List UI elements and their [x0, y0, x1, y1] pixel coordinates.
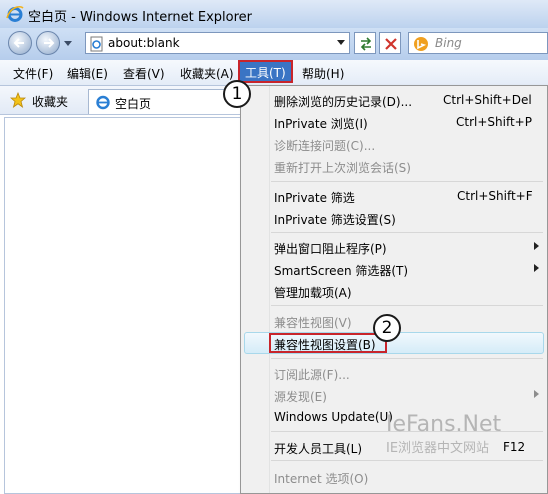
menu-tools[interactable]: 工具(T) [238, 60, 293, 83]
window-title: 空白页 - Windows Internet Explorer [28, 10, 252, 25]
menu-item-diagnose-connection[interactable]: 诊断连接问题(C)... [241, 133, 547, 155]
address-bar[interactable]: about:blank [85, 32, 350, 54]
menu-item-label: 删除浏览的历史记录(D)... [274, 95, 413, 109]
page-icon [90, 36, 103, 52]
menu-item-reopen-session[interactable]: 重新打开上次浏览会话(S) [241, 155, 547, 177]
history-dropdown-icon[interactable] [64, 41, 72, 46]
menu-separator [271, 232, 543, 233]
tab-label: 空白页 [115, 97, 152, 111]
menu-bar: 文件(F) 编辑(E) 查看(V) 收藏夹(A) 工具(T) 帮助(H) [0, 60, 548, 86]
menu-item-feed-discovery[interactable]: 源发现(E) [241, 384, 547, 406]
refresh-icon [360, 37, 372, 51]
menu-item-shortcut: Ctrl+Shift+P [456, 115, 532, 129]
menu-edit[interactable]: 编辑(E) [67, 65, 108, 82]
submenu-arrow-icon [534, 264, 539, 272]
step-2-callout: 2 [373, 314, 401, 342]
step-1-callout: 1 [223, 80, 251, 108]
menu-item-inprivate-browsing[interactable]: InPrivate 浏览(I) Ctrl+Shift+P [241, 111, 547, 133]
menu-item-popup-blocker[interactable]: 弹出窗口阻止程序(P) [241, 236, 547, 258]
navigation-bar: about:blank Bing [0, 28, 548, 60]
menu-item-label: 兼容性视图(V) [274, 316, 352, 330]
watermark-site: IeFans.Net [386, 412, 502, 437]
menu-item-label: 重新打开上次浏览会话(S) [274, 161, 411, 175]
back-arrow-icon [13, 38, 24, 48]
menu-item-label: Windows Update(U) [274, 410, 393, 424]
menu-item-label: 兼容性视图设置(B) [274, 338, 376, 352]
menu-item-internet-options[interactable]: Internet 选项(O) [241, 466, 547, 488]
ie-logo-icon [6, 5, 24, 22]
menu-favorites[interactable]: 收藏夹(A) [180, 65, 234, 82]
menu-separator [271, 305, 543, 306]
menu-item-label: 源发现(E) [274, 390, 327, 404]
search-input[interactable]: Bing [435, 36, 462, 50]
forward-arrow-icon [44, 38, 55, 48]
watermark-caption: IE浏览器中文网站 [386, 441, 490, 456]
menu-separator [271, 181, 543, 182]
submenu-arrow-icon [534, 242, 539, 250]
menu-item-inprivate-filtering[interactable]: InPrivate 筛选 Ctrl+Shift+F [241, 185, 547, 207]
address-input[interactable]: about:blank [108, 36, 180, 50]
title-bar: 空白页 - Windows Internet Explorer [0, 0, 548, 28]
menu-item-smartscreen-filter[interactable]: SmartScreen 筛选器(T) [241, 258, 547, 280]
forward-button[interactable] [36, 31, 60, 55]
menu-item-label: 诊断连接问题(C)... [274, 139, 376, 153]
menu-item-subscribe-feed[interactable]: 订阅此源(F)... [241, 362, 547, 384]
refresh-button[interactable] [354, 32, 376, 54]
menu-item-label: SmartScreen 筛选器(T) [274, 264, 409, 278]
menu-item-manage-addons[interactable]: 管理加载项(A) [241, 280, 547, 302]
menu-file[interactable]: 文件(F) [13, 65, 53, 82]
star-icon [10, 92, 26, 108]
search-box[interactable]: Bing [408, 32, 548, 54]
close-icon [385, 38, 397, 50]
menu-item-label: InPrivate 筛选设置(S) [274, 213, 396, 227]
menu-item-inprivate-filtering-settings[interactable]: InPrivate 筛选设置(S) [241, 207, 547, 229]
menu-item-label: Internet 选项(O) [274, 472, 369, 486]
menu-item-shortcut: Ctrl+Shift+Del [443, 93, 532, 107]
menu-separator [271, 358, 543, 359]
menu-view[interactable]: 查看(V) [123, 65, 165, 82]
menu-separator [271, 460, 543, 461]
menu-help[interactable]: 帮助(H) [302, 65, 344, 82]
menu-item-label: 管理加载项(A) [274, 286, 352, 300]
address-dropdown-icon[interactable] [337, 40, 345, 45]
menu-item-label: InPrivate 浏览(I) [274, 117, 368, 131]
menu-item-label: 订阅此源(F)... [274, 368, 350, 382]
bing-icon [414, 37, 428, 51]
submenu-arrow-icon [534, 390, 539, 398]
stop-button[interactable] [379, 32, 401, 54]
back-button[interactable] [8, 31, 32, 55]
menu-item-label: 弹出窗口阻止程序(P) [274, 242, 387, 256]
menu-item-label: 开发人员工具(L) [274, 442, 363, 456]
menu-item-shortcut: Ctrl+Shift+F [457, 189, 533, 203]
menu-item-delete-history[interactable]: 删除浏览的历史记录(D)... Ctrl+Shift+Del [241, 89, 547, 111]
menu-item-shortcut: F12 [503, 440, 526, 454]
favorites-label: 收藏夹 [32, 95, 69, 109]
menu-item-label: InPrivate 筛选 [274, 191, 355, 205]
ie-page-icon [96, 95, 110, 110]
